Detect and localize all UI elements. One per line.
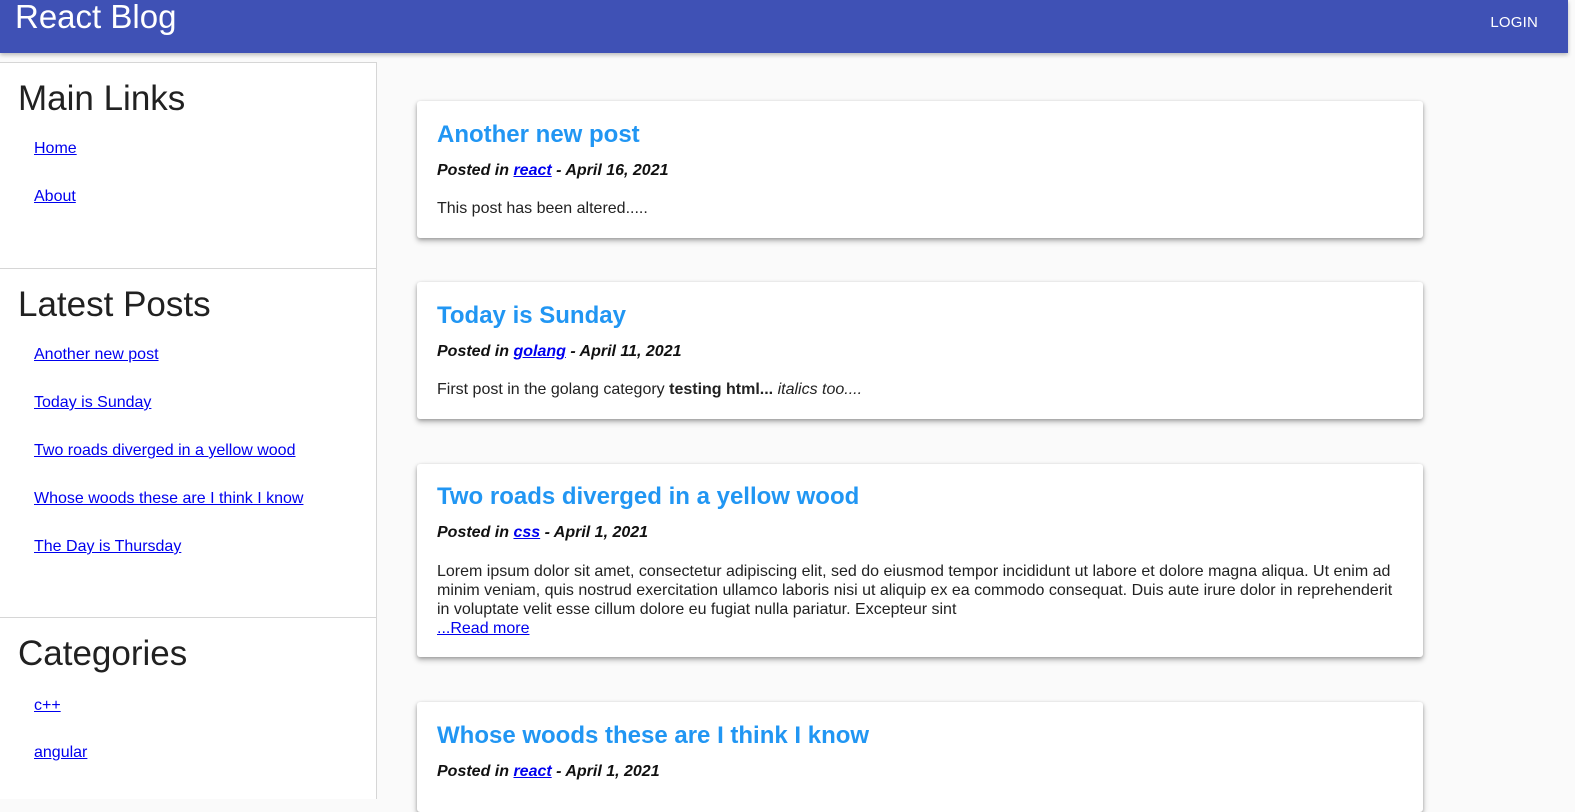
- post-title[interactable]: Today is Sunday: [437, 302, 626, 330]
- category-link[interactable]: c++: [34, 697, 61, 714]
- categories-heading: Categories: [18, 634, 188, 673]
- post-date: - April 11, 2021: [565, 343, 682, 360]
- category-link[interactable]: angular: [34, 744, 87, 761]
- post-excerpt-bold: testing html...: [669, 381, 774, 398]
- latest-post-link[interactable]: The Day is Thursday: [34, 538, 181, 555]
- post-date: - April 1, 2021: [540, 524, 649, 541]
- latest-post-link[interactable]: Whose woods these are I think I know: [34, 490, 303, 507]
- post-date: - April 16, 2021: [551, 162, 669, 179]
- sidebar: Main Links Home About Latest Posts Anoth…: [0, 62, 377, 799]
- post-meta: Posted in react - April 16, 2021: [437, 161, 669, 181]
- app-bar: React Blog LOGIN: [0, 0, 1568, 53]
- latest-posts-section: Latest Posts Another new post Today is S…: [0, 269, 376, 618]
- post-category-link[interactable]: golang: [513, 343, 565, 360]
- main-links-heading: Main Links: [18, 79, 186, 118]
- post-excerpt: First post in the golang category testin…: [437, 380, 1403, 399]
- list-item: Today is Sunday: [34, 393, 376, 413]
- categories-list: c++ angular: [0, 674, 376, 763]
- latest-post-link[interactable]: Today is Sunday: [34, 394, 151, 411]
- list-item: Home: [34, 139, 376, 159]
- latest-post-link[interactable]: Two roads diverged in a yellow wood: [34, 442, 295, 459]
- categories-section: Categories c++ angular: [0, 618, 376, 763]
- post-title[interactable]: Two roads diverged in a yellow wood: [437, 483, 859, 511]
- post-excerpt-text: First post in the golang category: [437, 381, 670, 398]
- post-date: - April 1, 2021: [551, 763, 660, 780]
- post-meta: Posted in golang - April 11, 2021: [437, 342, 682, 362]
- post-card: Two roads diverged in a yellow wood Post…: [417, 464, 1423, 657]
- main-links-list: Home About: [0, 119, 376, 207]
- post-excerpt: This post has been altered.....: [437, 199, 1403, 218]
- post-excerpt-italic: italics too....: [773, 381, 863, 398]
- post-meta-prefix: Posted in: [437, 524, 514, 541]
- list-item: Another new post: [34, 345, 376, 365]
- sidebar-link-home[interactable]: Home: [34, 140, 77, 157]
- post-category-link[interactable]: react: [513, 162, 551, 179]
- sidebar-link-about[interactable]: About: [34, 188, 76, 205]
- list-item: angular: [34, 743, 376, 763]
- list-item: Two roads diverged in a yellow wood: [34, 441, 376, 461]
- post-card: Another new post Posted in react - April…: [417, 101, 1423, 238]
- latest-posts-heading: Latest Posts: [18, 285, 211, 324]
- post-card: Whose woods these are I think I know Pos…: [417, 702, 1423, 812]
- post-title[interactable]: Whose woods these are I think I know: [437, 722, 869, 750]
- post-meta-prefix: Posted in: [437, 343, 514, 360]
- post-category-link[interactable]: css: [513, 524, 540, 541]
- post-card: Today is Sunday Posted in golang - April…: [417, 282, 1423, 419]
- latest-posts-list: Another new post Today is Sunday Two roa…: [0, 325, 376, 557]
- post-meta-prefix: Posted in: [437, 162, 514, 179]
- post-meta: Posted in css - April 1, 2021: [437, 523, 648, 543]
- post-meta: Posted in react - April 1, 2021: [437, 762, 660, 782]
- post-title[interactable]: Another new post: [437, 121, 640, 149]
- latest-post-link[interactable]: Another new post: [34, 346, 159, 363]
- list-item: c++: [34, 696, 376, 716]
- list-item: The Day is Thursday: [34, 537, 376, 557]
- post-excerpt-text: Lorem ipsum dolor sit amet, consectetur …: [437, 563, 1393, 618]
- post-meta-prefix: Posted in: [437, 763, 514, 780]
- app-title[interactable]: React Blog: [15, 0, 176, 40]
- list-item: About: [34, 187, 376, 207]
- post-excerpt: Lorem ipsum dolor sit amet, consectetur …: [437, 562, 1403, 638]
- list-item: Whose woods these are I think I know: [34, 489, 376, 509]
- main-links-section: Main Links Home About: [0, 63, 376, 269]
- login-button[interactable]: LOGIN: [1490, 11, 1538, 35]
- read-more-link[interactable]: ...Read more: [437, 620, 529, 637]
- post-excerpt-text: This post has been altered.....: [437, 200, 648, 217]
- post-category-link[interactable]: react: [513, 763, 551, 780]
